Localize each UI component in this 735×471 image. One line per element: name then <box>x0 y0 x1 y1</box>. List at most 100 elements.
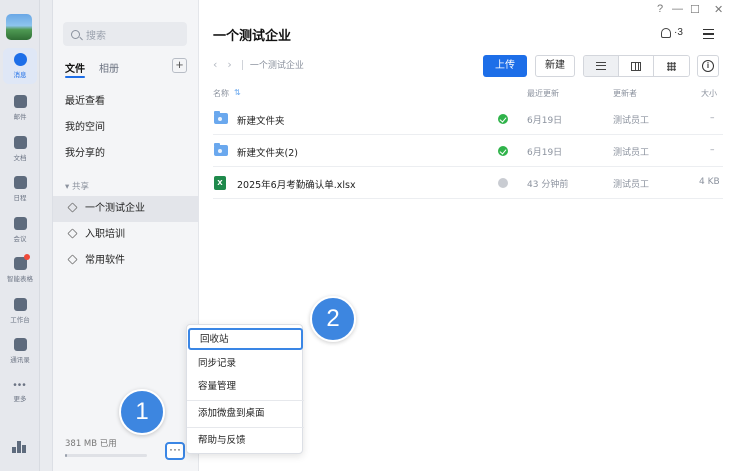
excel-file-icon: X <box>214 176 226 190</box>
storage-bar <box>65 454 147 457</box>
search-placeholder: 搜索 <box>86 30 106 42</box>
stats-icon[interactable] <box>12 441 26 453</box>
file-updated: 6月19日 <box>527 116 563 126</box>
rail-label: 日程 <box>13 194 27 202</box>
new-button[interactable]: 新建 <box>535 55 575 77</box>
menu-item-capacity[interactable]: 容量管理 <box>187 376 304 398</box>
menu-icon[interactable] <box>703 29 714 42</box>
info-icon: i <box>702 60 714 72</box>
rail-label: 会议 <box>13 235 27 243</box>
rail-item-more[interactable]: ••• 更多 <box>0 374 40 410</box>
col-name[interactable]: 名称 <box>213 88 229 99</box>
rail-item-workbench[interactable]: 工作台 <box>0 293 40 329</box>
shared-section-title[interactable]: ▾ 共享 <box>65 180 89 192</box>
rail-item-docs[interactable]: 文档 <box>0 131 40 167</box>
help-icon[interactable]: ? <box>657 3 663 15</box>
cloud-icon <box>498 178 508 188</box>
file-updated: 6月19日 <box>527 148 563 158</box>
notification-dot <box>23 254 30 260</box>
file-updater: 测试员工 <box>613 116 650 126</box>
rail-label: 文档 <box>13 154 27 162</box>
shared-item-software[interactable]: 常用软件 <box>53 248 199 274</box>
sort-icon[interactable]: ⇅ <box>234 88 241 97</box>
space-icon <box>67 254 78 265</box>
info-button[interactable]: i <box>697 55 719 77</box>
table-header: 名称 ⇅ 最近更新 更新者 大小 <box>213 86 723 102</box>
contacts-icon <box>13 338 27 351</box>
rail-label: 更多 <box>13 394 27 403</box>
menu-item-sync-log[interactable]: 同步记录 <box>187 353 304 375</box>
shared-item-label: 一个测试企业 <box>85 203 145 214</box>
back-arrow-icon[interactable]: ‹ <box>213 58 217 71</box>
rail-item-mail[interactable]: 邮件 <box>0 90 40 126</box>
synced-icon <box>498 146 508 156</box>
rail-label: 消息 <box>13 71 27 79</box>
shared-item-onboarding[interactable]: 入职培训 <box>53 222 199 248</box>
table-row[interactable]: 新建文件夹(2) 6月19日 测试员工 – <box>213 135 723 167</box>
table-row[interactable]: 新建文件夹 6月19日 测试员工 – <box>213 103 723 135</box>
rail-label: 工作台 <box>10 316 30 324</box>
sidebar-tabs: 文件 相册 <box>65 58 189 76</box>
forward-arrow-icon[interactable]: › <box>227 58 231 71</box>
page-title: 一个测试企业 <box>213 29 292 44</box>
document-icon <box>13 136 27 149</box>
file-updated: 43 分钟前 <box>527 180 569 190</box>
tab-files[interactable]: 文件 <box>65 60 85 75</box>
avatar[interactable] <box>6 14 32 40</box>
rail-label: 通讯录 <box>10 356 30 364</box>
grid-view-icon <box>667 61 676 71</box>
space-icon <box>67 228 78 239</box>
more-options-menu: 回收站 同步记录 容量管理 添加微盘到桌面 帮助与反馈 <box>186 324 304 454</box>
table-row[interactable]: X 2025年6月考勤确认单.xlsx 43 分钟前 测试员工 4 KB <box>213 167 723 199</box>
nav-shared-by-me[interactable]: 我分享的 <box>53 141 199 167</box>
nav-my-space[interactable]: 我的空间 <box>53 115 199 141</box>
rail-label: 邮件 <box>13 113 27 121</box>
rail-item-meeting[interactable]: 会议 <box>0 212 40 248</box>
file-size: 4 KB <box>699 177 720 187</box>
file-name: 新建文件夹 <box>237 116 285 127</box>
mail-icon <box>13 95 27 108</box>
menu-item-add-to-desktop[interactable]: 添加微盘到桌面 <box>187 403 304 425</box>
more-icon: ••• <box>13 379 27 391</box>
add-button[interactable]: + <box>172 58 187 73</box>
rail-item-calendar[interactable]: 日程 <box>0 171 40 207</box>
app-rail: 消息 邮件 文档 日程 会议 智能表格 工作台 通讯录 ••• 更多 <box>0 0 40 471</box>
col-updater[interactable]: 更新者 <box>613 88 637 99</box>
members-button[interactable]: ·3 <box>661 27 683 38</box>
workbench-icon <box>13 298 27 311</box>
file-size: – <box>710 145 715 155</box>
synced-icon <box>498 114 508 124</box>
tab-indicator <box>65 76 85 78</box>
more-options-button[interactable]: ··· <box>165 442 185 460</box>
meeting-icon <box>13 217 27 230</box>
rail-item-smart-sheet[interactable]: 智能表格 <box>0 252 40 288</box>
minimize-button[interactable]: — <box>672 3 683 15</box>
rail-item-contacts[interactable]: 通讯录 <box>0 333 40 369</box>
menu-item-recycle-bin[interactable]: 回收站 <box>188 328 303 350</box>
col-size[interactable]: 大小 <box>701 88 717 99</box>
maximize-button[interactable]: ☐ <box>690 3 700 16</box>
col-updated[interactable]: 最近更新 <box>527 88 559 99</box>
members-count: ·3 <box>674 27 683 38</box>
list-view-icon <box>596 62 606 70</box>
rail-item-messages[interactable]: 消息 <box>3 48 37 84</box>
column-view-button[interactable] <box>619 56 654 76</box>
folder-icon <box>214 143 228 156</box>
upload-button[interactable]: 上传 <box>483 55 527 77</box>
file-name: 2025年6月考勤确认单.xlsx <box>237 180 356 191</box>
search-input[interactable]: 搜索 <box>63 22 187 46</box>
list-view-button[interactable] <box>584 56 619 76</box>
shared-item-enterprise[interactable]: 一个测试企业 <box>53 196 199 222</box>
folder-icon <box>214 111 228 124</box>
members-icon <box>661 27 671 38</box>
shared-item-label: 入职培训 <box>85 229 125 240</box>
menu-item-help[interactable]: 帮助与反馈 <box>187 430 304 452</box>
tab-album[interactable]: 相册 <box>99 60 119 75</box>
grid-view-button[interactable] <box>654 56 689 76</box>
shared-item-label: 常用软件 <box>85 255 125 266</box>
step-callout-1: 1 <box>119 389 165 435</box>
breadcrumb-current[interactable]: 一个测试企业 <box>250 58 304 71</box>
close-button[interactable]: ✕ <box>714 3 723 16</box>
file-name: 新建文件夹(2) <box>237 148 298 159</box>
nav-recent[interactable]: 最近查看 <box>53 89 199 115</box>
